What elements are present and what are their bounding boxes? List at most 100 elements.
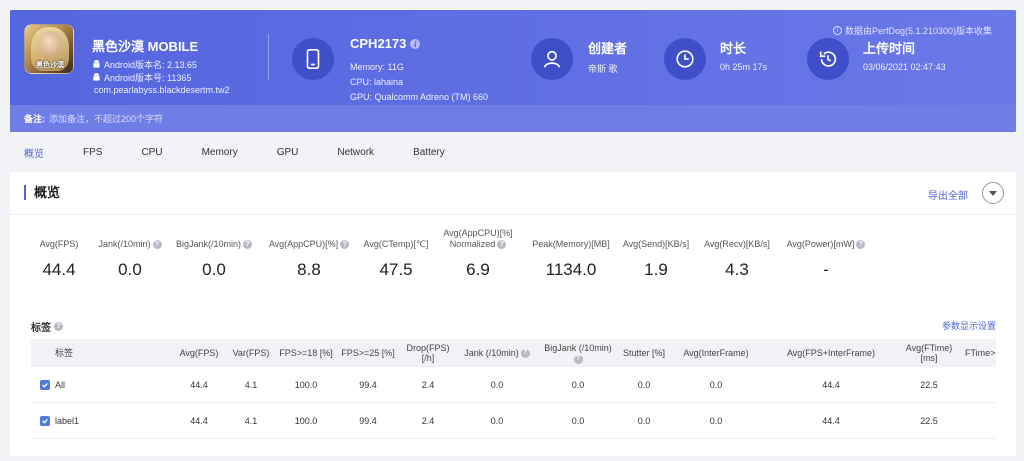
cell-avg-ftime: 22.5 <box>920 379 938 390</box>
metric-avg-fps: Avg(FPS) 44.4 <box>39 239 79 279</box>
header-info-band: 黑色沙漠 黑色沙漠 MOBILE Android版本名: 2.13.65 And… <box>10 10 1016 105</box>
col-header-tag[interactable]: 标签 <box>55 339 115 367</box>
tab-memory[interactable]: Memory <box>188 147 238 158</box>
cell-avg-interframe: 0.0 <box>709 379 723 390</box>
cell-avg-fps-interframe: 44.4 <box>822 379 840 390</box>
app-name: 黑色沙漠 MOBILE <box>92 39 199 54</box>
note-input[interactable]: 添加备注，不超过200个字符 <box>49 112 163 125</box>
param-display-settings-link[interactable]: 参数显示设置 <box>942 319 996 332</box>
row-checkbox[interactable] <box>37 367 53 402</box>
cell-drop-fps: 2.4 <box>421 415 435 426</box>
table-row: label1 44.4 4.1 100.0 99.4 2.4 0.0 0.0 0… <box>31 403 996 439</box>
cell-fps25: 99.4 <box>359 415 377 426</box>
upload-title: 上传时间 <box>863 41 916 56</box>
help-icon[interactable]: ? <box>573 354 583 364</box>
col-header-fps18[interactable]: FPS>=18 [%] <box>275 339 337 367</box>
help-icon[interactable]: ? <box>340 240 350 249</box>
cell-fps18: 100.0 <box>294 379 318 390</box>
tab-overview[interactable]: 概览 <box>10 145 44 160</box>
col-header-var-fps[interactable]: Var(FPS) <box>225 339 277 367</box>
duration-value: 0h 25m 17s <box>720 62 768 72</box>
report-header: 黑色沙漠 黑色沙漠 MOBILE Android版本名: 2.13.65 And… <box>10 10 1016 132</box>
package-name: com.pearlabyss.blackdesertm.tw2 <box>94 85 230 95</box>
help-icon[interactable]: ? <box>520 348 530 358</box>
col-header-jank[interactable]: Jank (/10min)? <box>457 339 537 367</box>
overview-card: 概览 导出全部 Avg(FPS) 44.4 Jank(/10min)? 0.0 … <box>10 172 1016 456</box>
android-version-name: Android版本名: 2.13.65 <box>92 58 197 71</box>
duration-title: 时长 <box>720 41 747 56</box>
cell-avg-fps: 44.4 <box>190 415 208 426</box>
tags-table: 标签 Avg(FPS) Var(FPS) FPS>=18 [%] FPS>=25… <box>31 339 996 439</box>
note-label: 备注: <box>24 114 45 124</box>
metric-peak-memory: Peak(Memory)[MB] 1134.0 <box>532 239 610 279</box>
cell-bigjank: 0.0 <box>571 415 585 426</box>
device-name: CPH2173 i <box>350 36 421 51</box>
perfdog-version-note: i 数据由PerfDog(5.1.210300)版本收集 <box>832 24 992 37</box>
metric-avg-app-cpu-normalized: Avg(AppCPU)[%] Normalized? 6.9 <box>443 228 513 279</box>
cell-avg-fps: 44.4 <box>190 379 208 390</box>
table-row: All 44.4 4.1 100.0 99.4 2.4 0.0 0.0 0.0 … <box>31 367 996 403</box>
help-icon[interactable]: ? <box>54 322 63 331</box>
help-icon[interactable]: ? <box>497 240 507 249</box>
col-header-stutter[interactable]: Stutter [%] <box>617 339 671 367</box>
col-header-avg-interframe[interactable]: Avg(InterFrame) <box>675 339 757 367</box>
help-icon[interactable]: ? <box>152 240 162 249</box>
col-header-avg-fps-interframe[interactable]: Avg(FPS+InterFrame) <box>777 339 885 367</box>
cell-stutter: 0.0 <box>637 415 651 426</box>
android-icon <box>93 73 100 81</box>
row-tag-name: All <box>55 379 66 390</box>
col-header-avg-ftime[interactable]: Avg(FTime) [ms] <box>901 339 957 367</box>
metric-avg-send: Avg(Send)[KB/s] 1.9 <box>622 239 690 279</box>
col-header-avg-fps[interactable]: Avg(FPS) <box>169 339 229 367</box>
info-icon[interactable]: i <box>410 38 421 49</box>
cell-var-fps: 4.1 <box>244 415 258 426</box>
export-all-link[interactable]: 导出全部 <box>928 187 968 202</box>
tab-gpu[interactable]: GPU <box>263 147 299 158</box>
collapse-button[interactable] <box>982 182 1004 204</box>
help-icon[interactable]: ? <box>243 240 253 249</box>
cell-avg-interframe: 0.0 <box>709 415 723 426</box>
device-gpu: GPU: Qualcomm Adreno (TM) 660 <box>350 92 489 102</box>
android-icon <box>93 60 100 68</box>
col-header-drop-fps[interactable]: Drop(FPS) [/h] <box>403 339 453 367</box>
tab-network[interactable]: Network <box>323 147 374 158</box>
cell-drop-fps: 2.4 <box>421 379 435 390</box>
help-icon[interactable]: ? <box>856 240 866 249</box>
chevron-down-icon <box>989 190 997 196</box>
header-divider <box>268 34 269 80</box>
game-icon: 黑色沙漠 <box>24 24 74 74</box>
device-memory: Memory: 11G <box>350 62 404 72</box>
info-circle-icon: i <box>832 26 842 35</box>
overview-title: 概览 <box>24 185 60 200</box>
clock-icon <box>664 38 706 80</box>
tags-title: 标签? <box>31 319 63 334</box>
cell-avg-ftime: 22.5 <box>920 415 938 426</box>
metric-jank: Jank(/10min)? 0.0 <box>90 239 170 280</box>
col-header-fps25[interactable]: FPS>=25 [%] <box>337 339 399 367</box>
card-divider <box>10 214 1016 215</box>
android-version-code: Android版本号: 11365 <box>92 71 191 84</box>
history-icon <box>807 38 849 80</box>
upload-value: 03/06/2021 02:47:43 <box>863 62 946 72</box>
note-bar[interactable]: 备注: 添加备注，不超过200个字符 <box>10 105 1016 132</box>
cell-var-fps: 4.1 <box>244 379 258 390</box>
row-checkbox[interactable] <box>37 403 53 438</box>
cell-fps25: 99.4 <box>359 379 377 390</box>
cell-fps18: 100.0 <box>294 415 318 426</box>
row-tag-name: label1 <box>55 415 80 426</box>
metric-avg-recv: Avg(Recv)[KB/s] 4.3 <box>704 239 770 279</box>
col-header-bigjank[interactable]: BigJank (/10min)? <box>539 339 617 367</box>
tab-battery[interactable]: Battery <box>399 147 445 158</box>
phone-icon <box>292 38 334 80</box>
tab-cpu[interactable]: CPU <box>127 147 162 158</box>
cell-stutter: 0.0 <box>637 379 651 390</box>
creator-value: 帝斯 歌 <box>588 64 618 74</box>
checkbox-checked-icon[interactable] <box>40 415 50 426</box>
tab-bar: 概览 FPS CPU Memory GPU Network Battery <box>10 142 470 162</box>
checkbox-checked-icon[interactable] <box>40 379 50 390</box>
tab-fps[interactable]: FPS <box>69 147 102 158</box>
cell-bigjank: 0.0 <box>571 379 585 390</box>
col-header-ftime[interactable]: FTime> <box>965 339 996 367</box>
cell-jank: 0.0 <box>490 415 504 426</box>
cell-avg-fps-interframe: 44.4 <box>822 415 840 426</box>
